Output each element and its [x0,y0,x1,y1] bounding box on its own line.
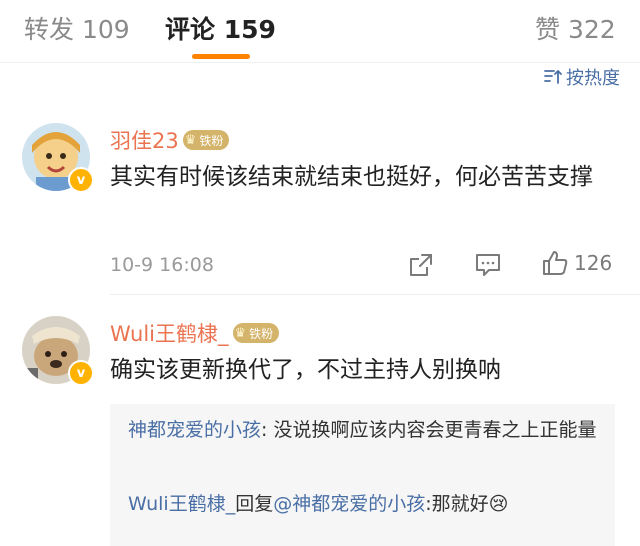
tab-comments[interactable]: 评论 159 [165,10,276,46]
username[interactable]: Wuli王鹤棣_ [110,318,229,348]
comment-time: 10-9 16:08 [110,254,214,276]
username[interactable]: 羽佳23 [110,125,179,155]
mention-link[interactable]: @神都宠爱的小孩 [273,493,425,515]
fan-badge: ♛ 铁粉 [232,323,280,343]
crying-emoji-icon: 😢 [488,493,509,515]
reply-item[interactable]: Wuli王鹤棣_回复@神都宠爱的小孩:那就好😢 [128,488,603,521]
tab-likes[interactable]: 赞 322 [535,10,616,46]
crown-icon: ♛ [234,325,247,341]
comment-text: 确实该更新换代了，不过主持人别换呐 [110,357,501,383]
avatar[interactable]: v [22,316,94,386]
active-tab-indicator [192,54,250,59]
reply-author[interactable]: 神都宠爱的小孩 [128,419,261,441]
sort-icon [544,70,562,84]
reply-list: 神都宠爱的小孩: 没说换啊应该内容会更青春之上正能量 Wuli王鹤棣_回复@神都… [110,404,615,546]
reply-author[interactable]: Wuli王鹤棣_ [128,493,235,515]
fan-badge-label: 铁粉 [199,133,224,148]
comment-divider [110,294,640,295]
share-button[interactable] [408,252,434,278]
verified-badge-icon: v [68,167,94,193]
like-button[interactable]: 126 [542,250,612,276]
tab-reposts[interactable]: 转发 109 [24,10,130,46]
like-count: 126 [574,251,613,275]
share-icon [410,254,432,276]
avatar[interactable]: v [22,123,94,193]
username-row: Wuli王鹤棣_ ♛ 铁粉 [110,318,280,348]
comment-text: 其实有时候该结束就结束也挺好，何必苦苦支撑 [110,164,593,190]
reply-button[interactable] [475,252,501,278]
username-row: 羽佳23 ♛ 铁粉 [110,125,230,155]
verified-badge-icon: v [68,360,94,386]
tabs-divider [0,62,640,63]
fan-badge: ♛ 铁粉 [182,130,230,150]
fan-badge-label: 铁粉 [249,326,274,341]
reply-text: : 没说换啊应该内容会更青春之上正能量 [261,419,597,441]
reply-item[interactable]: 神都宠爱的小孩: 没说换啊应该内容会更青春之上正能量 [128,414,603,447]
comment-tabs: 转发 109 评论 159 赞 322 [0,0,640,63]
sort-label: 按热度 [566,68,620,89]
crown-icon: ♛ [184,132,197,148]
sort-by-hot-button[interactable]: 按热度 [544,64,620,90]
thumbs-up-icon [543,251,568,275]
reply-word: 回复 [235,493,274,515]
comment-icon [476,254,500,276]
reply-text: :那就好 [425,493,489,515]
